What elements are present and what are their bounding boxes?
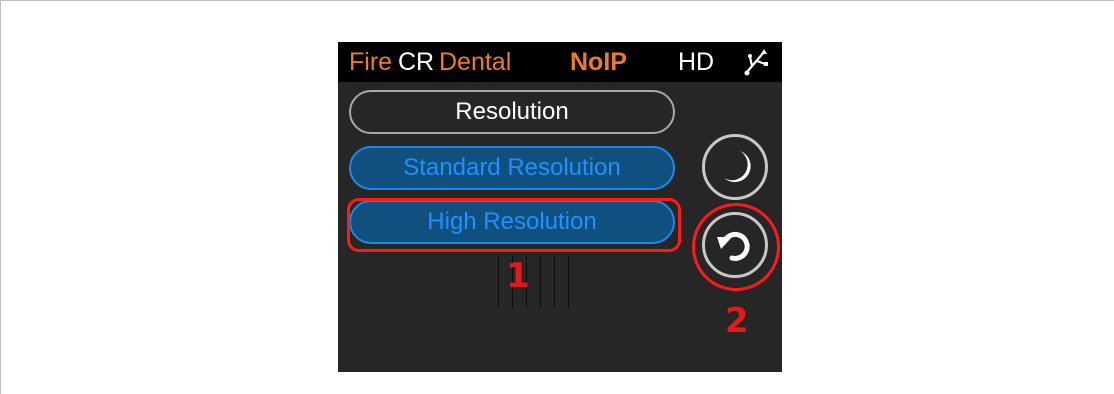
bar-line <box>554 256 555 308</box>
resolution-menu-title: Resolution <box>349 90 675 134</box>
page-left-rule <box>0 0 1 394</box>
moon-icon <box>724 151 751 183</box>
bar-line <box>498 256 499 308</box>
bar-line <box>540 256 541 308</box>
callout-number-2: 2 <box>725 301 749 341</box>
product-name: Dental <box>439 48 512 76</box>
highlight-high-resolution <box>347 198 681 252</box>
highlight-back-button <box>692 203 780 291</box>
page-top-rule <box>0 0 1114 1</box>
usb-icon <box>742 42 770 82</box>
mode-indicator: HD <box>678 48 715 76</box>
bar-line <box>568 256 569 308</box>
brand-cr-text: CR <box>398 48 435 76</box>
brand-fire-text: Fire <box>349 48 393 76</box>
status-bar: Fire CR Dental NoIP HD <box>338 42 782 82</box>
standard-resolution-button[interactable]: Standard Resolution <box>349 146 675 190</box>
callout-number-1: 1 <box>506 256 530 296</box>
network-status: NoIP <box>570 48 627 76</box>
sleep-button[interactable] <box>702 134 768 200</box>
decorative-bars <box>488 256 580 308</box>
